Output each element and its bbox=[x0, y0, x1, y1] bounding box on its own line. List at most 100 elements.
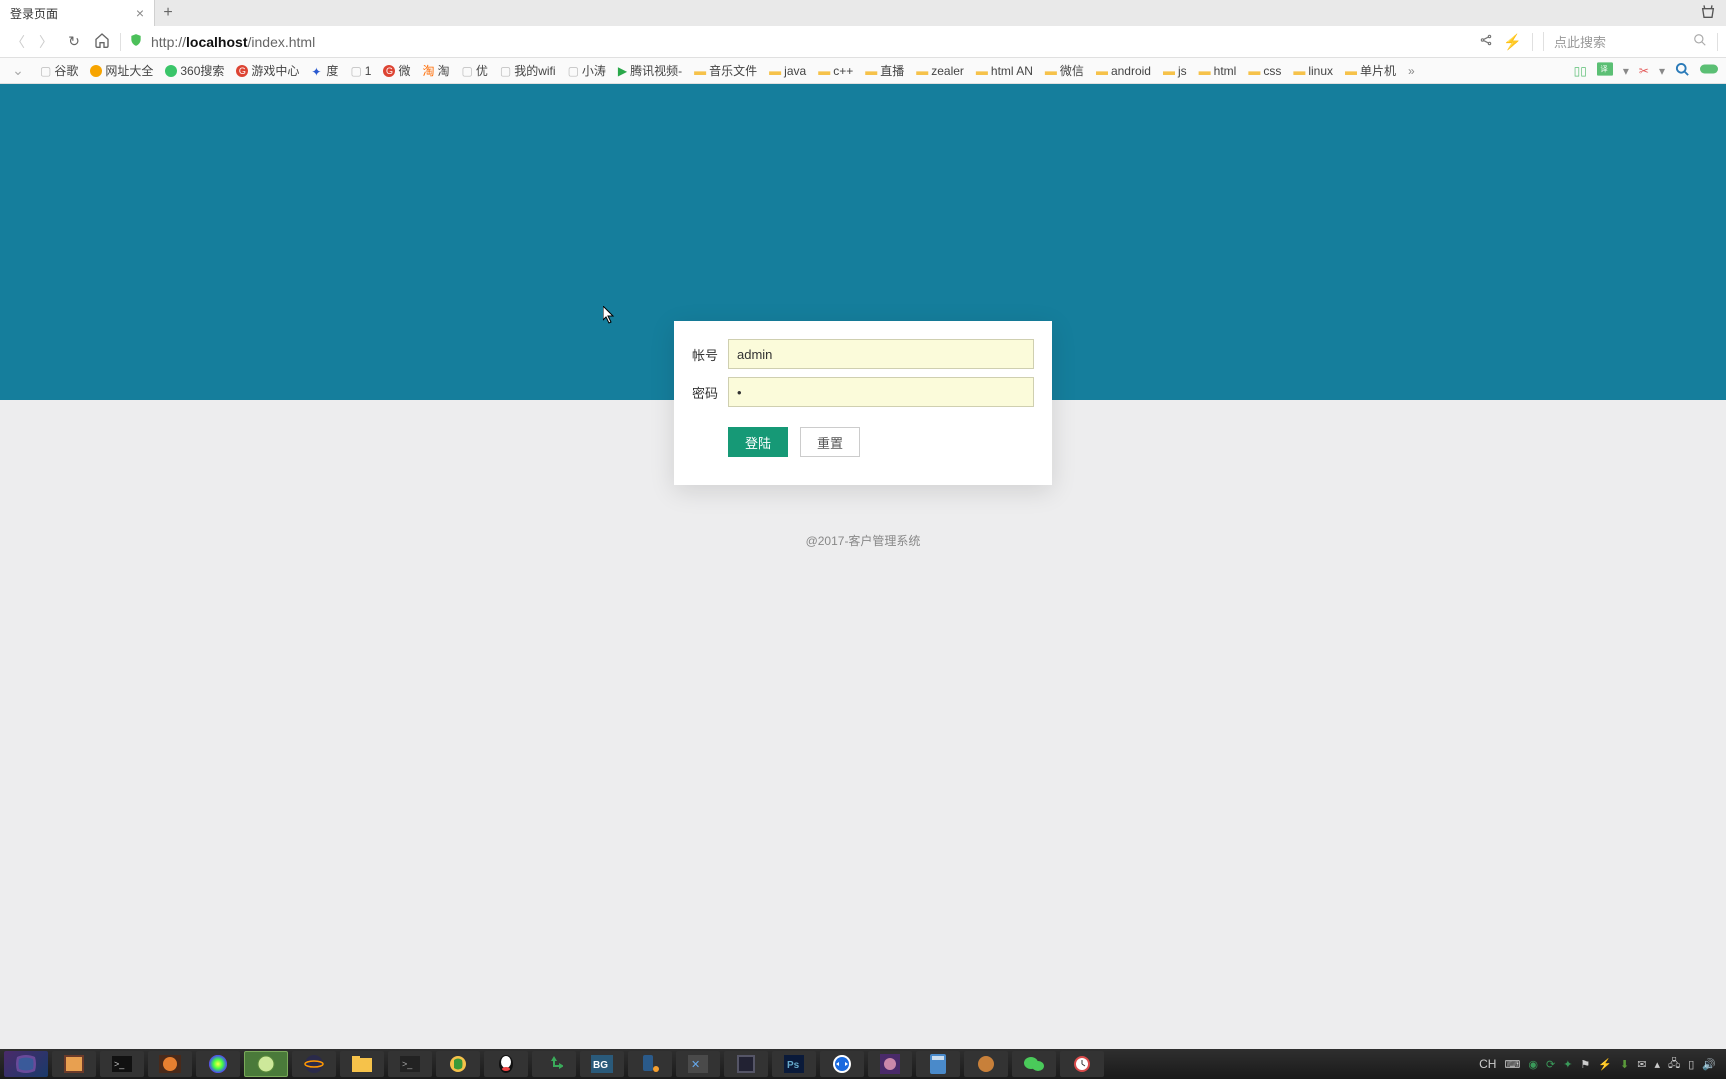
taskbar-app-sync[interactable] bbox=[532, 1051, 576, 1077]
bookmark-item[interactable]: G游戏中心 bbox=[236, 62, 299, 79]
bookmark-item[interactable]: ▬c++ bbox=[818, 64, 853, 78]
reload-icon[interactable]: ↻ bbox=[64, 33, 84, 50]
tray-shield-icon[interactable]: ◉ bbox=[1528, 1058, 1538, 1071]
bookmark-item[interactable]: ▬js bbox=[1163, 64, 1187, 78]
taskbar-app-xx[interactable]: ✕ bbox=[676, 1051, 720, 1077]
folder-icon: ▬ bbox=[818, 64, 830, 78]
tray-bolt-icon[interactable]: ⚡ bbox=[1598, 1058, 1612, 1071]
bookmark-item[interactable]: ▬音乐文件 bbox=[694, 62, 757, 79]
taskbar-app-qq[interactable] bbox=[484, 1051, 528, 1077]
bookmark-item[interactable]: ▢1 bbox=[350, 64, 371, 78]
bookmark-item[interactable]: ▬单片机 bbox=[1345, 62, 1396, 79]
taskbar-app-cmd[interactable]: >_ bbox=[388, 1051, 432, 1077]
taskbar-app-calc[interactable] bbox=[916, 1051, 960, 1077]
taskbar-app-teamviewer[interactable] bbox=[820, 1051, 864, 1077]
bookmark-item[interactable]: G微 bbox=[383, 62, 410, 79]
taskbar-app-colorwheel[interactable] bbox=[196, 1051, 240, 1077]
reading-icon[interactable]: ▯▯ bbox=[1574, 64, 1587, 78]
bookmark-item[interactable]: ▬html bbox=[1199, 64, 1237, 78]
bookmark-item[interactable]: ▢我的wifi bbox=[500, 62, 556, 79]
tray-lang[interactable]: CH bbox=[1479, 1057, 1496, 1071]
shield-icon[interactable] bbox=[129, 33, 143, 50]
taskbar-app-browser[interactable] bbox=[244, 1051, 288, 1077]
toolbar-right: ▯▯ 译 ▾ ✂ ▾ bbox=[1574, 62, 1718, 80]
search-icon[interactable] bbox=[1693, 33, 1707, 50]
username-input[interactable] bbox=[728, 339, 1034, 369]
bookmark-label: android bbox=[1111, 64, 1151, 78]
url-scheme: http:// bbox=[151, 34, 186, 50]
browser-tab[interactable]: 登录页面 × bbox=[0, 0, 155, 26]
home-icon[interactable] bbox=[92, 32, 112, 51]
search-input[interactable]: 点此搜索 bbox=[1543, 32, 1683, 51]
translate-icon[interactable]: 译 bbox=[1597, 62, 1613, 79]
taskbar-app-eclipse[interactable] bbox=[292, 1051, 336, 1077]
taskbar-app-files[interactable] bbox=[340, 1051, 384, 1077]
bookmark-item[interactable]: 网址大全 bbox=[90, 62, 153, 79]
password-input[interactable] bbox=[728, 377, 1034, 407]
folder-icon: ▬ bbox=[1248, 64, 1260, 78]
bookmark-item[interactable]: ▢谷歌 bbox=[40, 62, 78, 79]
start-button[interactable] bbox=[4, 1051, 48, 1077]
bookmark-item[interactable]: ▶腾讯视频- bbox=[618, 62, 682, 79]
scissors-icon[interactable]: ✂ bbox=[1639, 64, 1649, 78]
taskbar-app-green[interactable] bbox=[436, 1051, 480, 1077]
nav-back-icon[interactable]: 〈 bbox=[8, 32, 28, 52]
bookmark-item[interactable]: ▬直播 bbox=[865, 62, 904, 79]
bookmark-item[interactable]: ▬linux bbox=[1293, 64, 1333, 78]
tray-keyboard-icon[interactable]: ⌨ bbox=[1504, 1058, 1520, 1071]
login-button[interactable]: 登陆 bbox=[728, 427, 788, 457]
taskbar-app-wechat[interactable] bbox=[1012, 1051, 1056, 1077]
tray-net-icon[interactable]: 🖧 bbox=[1668, 1055, 1680, 1074]
address-bar[interactable]: http://localhost/index.html bbox=[151, 34, 315, 50]
taskbar-app-device[interactable] bbox=[628, 1051, 672, 1077]
taskbar-app-1[interactable] bbox=[52, 1051, 96, 1077]
bookmark-label: c++ bbox=[833, 64, 853, 78]
tray-puzzle-icon[interactable]: ✦ bbox=[1563, 1058, 1572, 1071]
taskbar-app-photoshop[interactable]: Ps bbox=[772, 1051, 816, 1077]
taskbar-app-editor[interactable] bbox=[724, 1051, 768, 1077]
reset-button[interactable]: 重置 bbox=[800, 427, 860, 457]
tray-download-icon[interactable]: ⬇ bbox=[1620, 1058, 1629, 1071]
bookmark-item[interactable]: ▢小涛 bbox=[568, 62, 606, 79]
favicon-icon bbox=[165, 65, 177, 77]
taskbar-app-bg[interactable]: BG bbox=[580, 1051, 624, 1077]
taskbar-app-purple[interactable] bbox=[868, 1051, 912, 1077]
tray-battery-icon[interactable]: ▯ bbox=[1688, 1058, 1694, 1071]
taskbar-app-clock[interactable] bbox=[1060, 1051, 1104, 1077]
tray-msg-icon[interactable]: ✉ bbox=[1637, 1058, 1646, 1071]
taskbar-app-javaee[interactable] bbox=[148, 1051, 192, 1077]
bookmark-item[interactable]: ▬微信 bbox=[1045, 62, 1084, 79]
bookmark-label: java bbox=[784, 64, 806, 78]
tray-volume-icon[interactable]: 🔊 bbox=[1702, 1058, 1716, 1071]
basket-icon[interactable] bbox=[1700, 4, 1716, 23]
tray-sync-icon[interactable]: ⟳ bbox=[1546, 1058, 1555, 1071]
bookmark-item[interactable]: ▢优 bbox=[462, 62, 488, 79]
footer-text: @2017-客户管理系统 bbox=[806, 532, 921, 549]
bookmark-item[interactable]: ▬android bbox=[1096, 64, 1151, 78]
bookmarks-chevron-icon[interactable]: ⌄ bbox=[8, 62, 28, 79]
taskbar: >_ >_ BG ✕ Ps CH ⌨ ◉ ⟳ ✦ ⚑ ⚡ ⬇ ✉ ▴ 🖧 ▯ 🔊 bbox=[0, 1049, 1726, 1079]
bookmark-item[interactable]: ▬html AN bbox=[976, 64, 1033, 78]
bookmark-item[interactable]: 淘淘 bbox=[422, 62, 449, 79]
taskbar-app-nut[interactable] bbox=[964, 1051, 1008, 1077]
svg-text:>_: >_ bbox=[114, 1059, 125, 1069]
tray-up-icon[interactable]: ▴ bbox=[1654, 1058, 1660, 1071]
bookmarks-overflow-icon[interactable]: » bbox=[1408, 64, 1415, 78]
svg-text:译: 译 bbox=[1600, 65, 1608, 74]
new-tab-button[interactable]: + bbox=[155, 0, 181, 26]
bookmark-item[interactable]: ✦度 bbox=[311, 62, 338, 79]
bookmark-item[interactable]: ▬zealer bbox=[916, 64, 964, 78]
bolt-icon[interactable]: ⚡ bbox=[1503, 33, 1522, 51]
tray-flag-icon[interactable]: ⚑ bbox=[1580, 1058, 1590, 1071]
tabs-row: 登录页面 × + bbox=[0, 0, 1726, 26]
username-row: 帐号 bbox=[692, 339, 1034, 369]
bookmark-item[interactable]: ▬java bbox=[769, 64, 806, 78]
nav-forward-icon[interactable]: 〉 bbox=[36, 32, 56, 52]
bookmark-item[interactable]: ▬css bbox=[1248, 64, 1281, 78]
gamepad-icon[interactable] bbox=[1700, 62, 1718, 79]
taskbar-app-terminal[interactable]: >_ bbox=[100, 1051, 144, 1077]
tab-close-icon[interactable]: × bbox=[136, 5, 144, 21]
magnify-icon[interactable] bbox=[1675, 62, 1690, 80]
share-icon[interactable] bbox=[1479, 33, 1493, 50]
bookmark-item[interactable]: 360搜索 bbox=[165, 62, 224, 79]
